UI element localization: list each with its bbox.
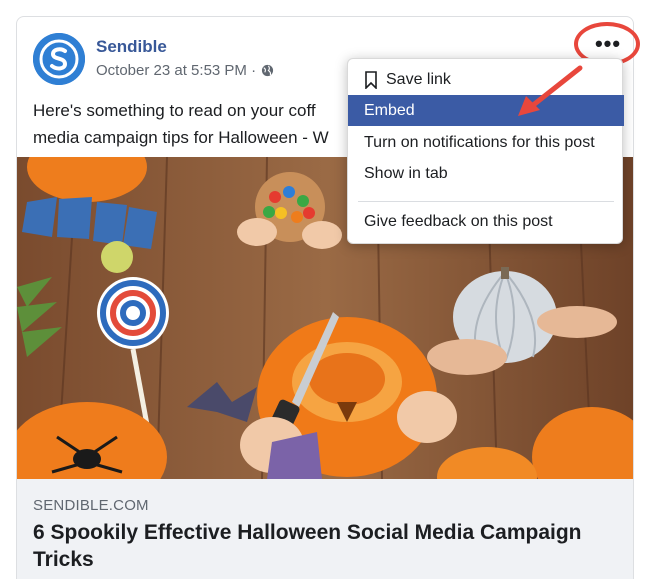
link-domain: SENDIBLE.COM [33, 497, 149, 514]
link-preview[interactable]: SENDIBLE.COM 6 Spookily Effective Hallow… [17, 479, 633, 579]
menu-item-give-feedback[interactable]: Give feedback on this post [348, 206, 624, 237]
menu-item-label: Embed [364, 101, 415, 119]
menu-item-label: Show in tab [364, 164, 448, 182]
author-name[interactable]: Sendible [96, 37, 167, 57]
timestamp[interactable]: October 23 at 5:53 PM · [96, 62, 256, 79]
menu-item-show-in-tab[interactable]: Show in tab [348, 158, 624, 189]
globe-icon [262, 64, 274, 77]
avatar[interactable] [33, 33, 85, 85]
menu-divider [358, 201, 614, 202]
link-title[interactable]: 6 Spookily Effective Halloween Social Me… [33, 519, 623, 573]
bookmark-icon [365, 70, 377, 89]
sendible-logo-icon [33, 33, 85, 85]
annotation-arrow-icon [518, 65, 583, 116]
menu-item-label: Give feedback on this post [364, 212, 553, 230]
menu-item-notifications[interactable]: Turn on notifications for this post [348, 127, 624, 158]
menu-item-label: Turn on notifications for this post [364, 133, 595, 151]
menu-item-label: Save link [386, 70, 451, 88]
post-meta: October 23 at 5:53 PM · [96, 62, 274, 79]
